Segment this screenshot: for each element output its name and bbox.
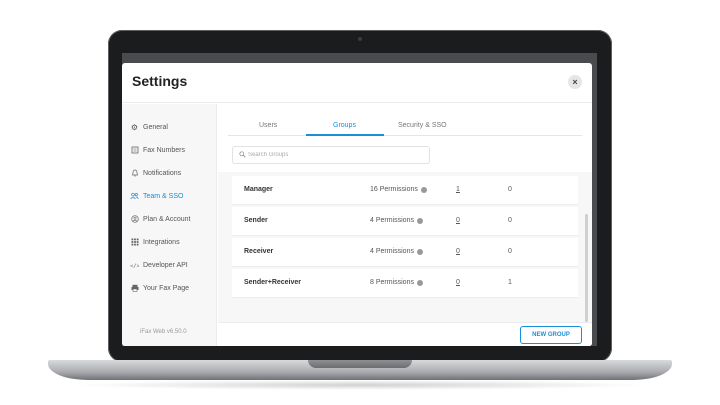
groups-panel: Users Groups Security & SSO Manager 16 P…: [218, 104, 592, 346]
group-permissions: 16 Permissions: [370, 186, 427, 193]
search-icon: [236, 150, 248, 160]
settings-dialog: Settings × ⚙ General Fax Numbers Notific…: [122, 63, 592, 346]
sidebar-item-team-sso[interactable]: Team & SSO: [130, 189, 183, 203]
tabs-divider: [228, 135, 582, 136]
group-name: Sender+Receiver: [244, 279, 302, 286]
active-tab-indicator: [306, 134, 384, 136]
info-icon[interactable]: [416, 217, 423, 224]
group-count: 1: [508, 279, 512, 286]
info-icon[interactable]: [420, 186, 427, 193]
sidebar-item-developer-api[interactable]: </> Developer API: [130, 258, 188, 272]
table-row[interactable]: Receiver 4 Permissions 0 0: [232, 238, 578, 267]
sidebar-item-label: Developer API: [143, 261, 188, 269]
table-row[interactable]: Sender+Receiver 8 Permissions 0 1: [232, 269, 578, 298]
group-name: Receiver: [244, 248, 274, 255]
new-group-button[interactable]: NEW GROUP: [520, 326, 582, 344]
group-permissions: 4 Permissions: [370, 217, 423, 224]
group-name: Manager: [244, 186, 273, 193]
tab-groups[interactable]: Groups: [333, 122, 356, 129]
group-permissions: 8 Permissions: [370, 279, 423, 286]
info-icon[interactable]: [416, 248, 423, 255]
dialog-footer: NEW GROUP: [218, 322, 592, 346]
table-row[interactable]: Sender 4 Permissions 0 0: [232, 207, 578, 236]
sidebar-item-your-fax-page[interactable]: Your Fax Page: [130, 281, 189, 295]
sidebar-item-label: Notifications: [143, 169, 182, 177]
sidebar-item-general[interactable]: ⚙ General: [130, 120, 168, 134]
team-icon: [130, 192, 139, 201]
search-groups-field[interactable]: [232, 146, 430, 164]
sidebar-item-label: General: [143, 123, 168, 131]
sidebar-item-label: Your Fax Page: [143, 284, 190, 292]
sidebar-item-integrations[interactable]: Integrations: [130, 235, 180, 249]
page-icon: [130, 284, 139, 293]
sidebar-item-fax-numbers[interactable]: Fax Numbers: [130, 143, 185, 157]
sidebar-item-label: Integrations: [143, 238, 180, 246]
account-icon: [130, 215, 139, 224]
group-members-link[interactable]: 0: [456, 279, 460, 286]
group-members-link[interactable]: 1: [456, 186, 460, 193]
laptop-shadow: [70, 380, 650, 390]
dialog-title: Settings: [132, 73, 188, 89]
gear-icon: ⚙: [130, 122, 139, 132]
group-members-link[interactable]: 0: [456, 248, 460, 255]
grid-icon: [130, 238, 139, 247]
sidebar-item-notifications[interactable]: Notifications: [130, 166, 181, 180]
app-version: iFax Web v6.50.0: [140, 329, 187, 335]
fax-icon: [130, 146, 139, 155]
group-count: 0: [508, 217, 512, 224]
bell-icon: [130, 169, 139, 178]
api-icon: </>: [130, 261, 139, 270]
svg-text:</>: </>: [130, 264, 139, 270]
info-icon[interactable]: [416, 279, 423, 286]
search-input[interactable]: [248, 152, 418, 158]
sidebar-item-label: Plan & Account: [143, 215, 191, 223]
group-name: Sender: [244, 217, 268, 224]
group-members-link[interactable]: 0: [456, 217, 460, 224]
camera-dot: [358, 37, 362, 41]
sidebar-item-label: Fax Numbers: [143, 146, 186, 154]
laptop-screen: Settings × ⚙ General Fax Numbers Notific…: [122, 53, 597, 346]
group-permissions: 4 Permissions: [370, 248, 423, 255]
dialog-header: Settings ×: [122, 63, 592, 103]
sidebar-item-label: Team & SSO: [143, 192, 184, 200]
groups-list: Manager 16 Permissions 1 0 Sender 4 Perm…: [218, 172, 592, 322]
tab-security-sso[interactable]: Security & SSO: [398, 122, 447, 129]
sidebar-item-plan-account[interactable]: Plan & Account: [130, 212, 190, 226]
laptop-notch: [308, 360, 412, 368]
close-button[interactable]: ×: [568, 75, 582, 89]
tab-users[interactable]: Users: [259, 122, 277, 129]
list-scrollbar[interactable]: [585, 214, 588, 322]
group-count: 0: [508, 186, 512, 193]
group-count: 0: [508, 248, 512, 255]
table-row[interactable]: Manager 16 Permissions 1 0: [232, 176, 578, 205]
settings-sidebar: ⚙ General Fax Numbers Notifications Team…: [122, 104, 217, 346]
